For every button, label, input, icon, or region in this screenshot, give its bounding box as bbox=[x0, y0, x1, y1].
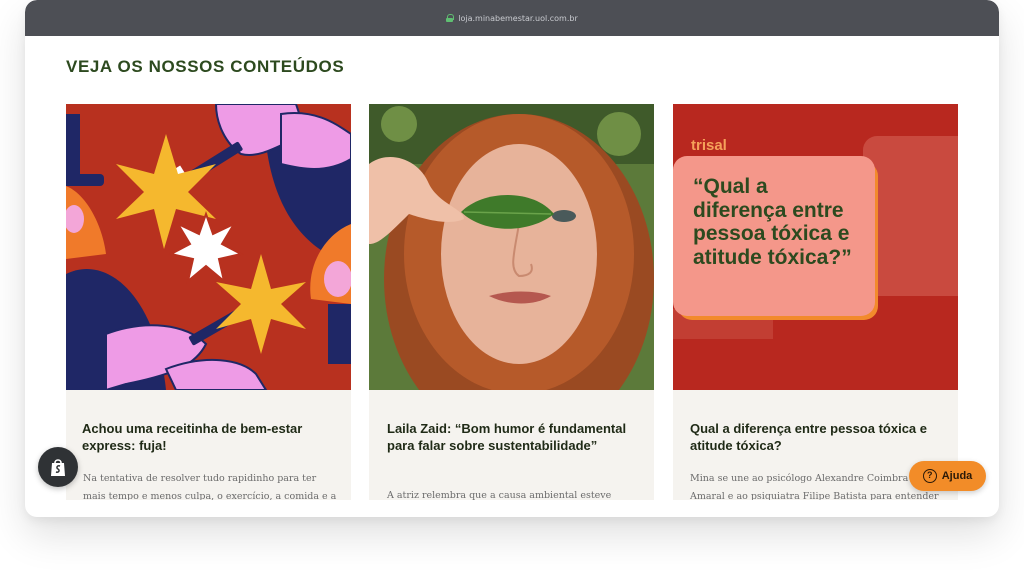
card-title[interactable]: Qual a diferença entre pessoa tóxica e a… bbox=[690, 420, 946, 454]
card-excerpt: Mina se une ao psicólogo Alexandre Coimb… bbox=[690, 473, 939, 500]
help-label: Ajuda bbox=[941, 470, 973, 482]
content-card[interactable]: trisal “Qual a diferença entre pessoa tó… bbox=[673, 104, 958, 500]
browser-window: loja.minabemestar.uol.com.br VEJA OS NOS… bbox=[25, 0, 999, 517]
url-text: loja.minabemestar.uol.com.br bbox=[458, 13, 578, 23]
card-excerpt: Na tentativa de resolver tudo rapidinho … bbox=[83, 473, 337, 500]
content-card[interactable]: Laila Zaid: “Bom humor é fundamental par… bbox=[369, 104, 654, 500]
portrait-photo bbox=[369, 104, 654, 390]
shopify-bag-icon bbox=[51, 459, 65, 476]
card-title[interactable]: Achou uma receitinha de bem-estar expres… bbox=[82, 420, 339, 454]
card-photo[interactable] bbox=[369, 104, 654, 390]
card-excerpt: A atriz relembra que a causa ambiental e… bbox=[387, 490, 612, 500]
section-title: VEJA OS NOSSOS CONTEÚDOS bbox=[66, 57, 345, 76]
quote-box: “Qual a diferença entre pessoa tóxica e … bbox=[673, 156, 875, 316]
browser-titlebar: loja.minabemestar.uol.com.br bbox=[25, 0, 999, 36]
illustration-image bbox=[66, 104, 351, 390]
address-bar[interactable]: loja.minabemestar.uol.com.br bbox=[446, 14, 578, 23]
question-circle-icon: ? bbox=[922, 469, 937, 483]
card-title[interactable]: Laila Zaid: “Bom humor é fundamental par… bbox=[387, 420, 642, 454]
card-illustration[interactable] bbox=[66, 104, 351, 390]
help-button[interactable]: ? Ajuda bbox=[909, 461, 986, 491]
brand-logo: trisal bbox=[691, 137, 727, 154]
card-quote-image[interactable]: trisal “Qual a diferença entre pessoa tó… bbox=[673, 104, 958, 390]
content-card[interactable]: Achou uma receitinha de bem-estar expres… bbox=[66, 104, 351, 500]
lock-icon bbox=[446, 14, 455, 22]
shopify-button[interactable] bbox=[38, 447, 78, 487]
